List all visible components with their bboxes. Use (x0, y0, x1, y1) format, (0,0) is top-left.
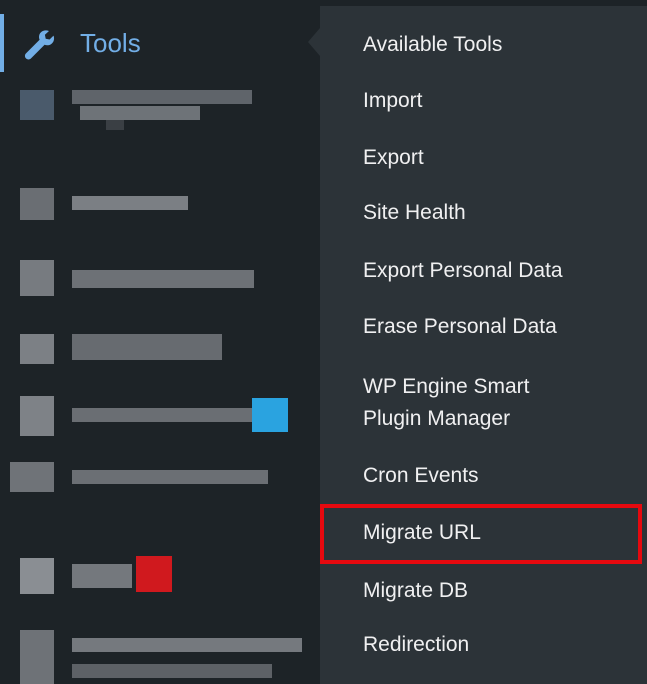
submenu-item-export[interactable]: Export (320, 144, 647, 172)
sidebar-item-obscured[interactable] (0, 260, 318, 308)
admin-menu-screenshot: Tools Available Tools Import Export Site… (0, 0, 647, 684)
submenu-pointer (308, 28, 320, 56)
sidebar-item-obscured[interactable] (0, 460, 318, 508)
sidebar-item-obscured[interactable] (0, 624, 318, 684)
tools-submenu: Available Tools Import Export Site Healt… (320, 6, 647, 684)
highlight-box (320, 504, 642, 564)
sidebar-item-obscured[interactable] (0, 394, 318, 442)
sidebar-item-obscured[interactable] (0, 556, 318, 604)
submenu-item-redirection[interactable]: Redirection (320, 631, 647, 659)
submenu-item-export-personal-data[interactable]: Export Personal Data (320, 257, 647, 285)
submenu-item-site-health[interactable]: Site Health (320, 199, 647, 227)
wrench-icon (24, 30, 55, 60)
sidebar-item-obscured[interactable] (0, 330, 318, 378)
sidebar-item-label: Tools (80, 28, 141, 58)
submenu-item-available-tools[interactable]: Available Tools (320, 31, 647, 59)
sidebar-item-obscured[interactable] (0, 186, 318, 234)
sidebar-item-obscured[interactable] (0, 86, 318, 134)
submenu-item-migrate-db[interactable]: Migrate DB (320, 577, 647, 605)
sidebar-item-tools[interactable]: Tools (0, 8, 318, 72)
admin-sidebar: Tools (0, 0, 320, 684)
submenu-item-erase-personal-data[interactable]: Erase Personal Data (320, 313, 647, 341)
active-indicator (0, 14, 4, 72)
submenu-item-cron-events[interactable]: Cron Events (320, 462, 647, 490)
submenu-item-import[interactable]: Import (320, 87, 647, 115)
submenu-item-wp-engine-smart-plugin-manager[interactable]: WP Engine Smart Plugin Manager (320, 371, 647, 435)
